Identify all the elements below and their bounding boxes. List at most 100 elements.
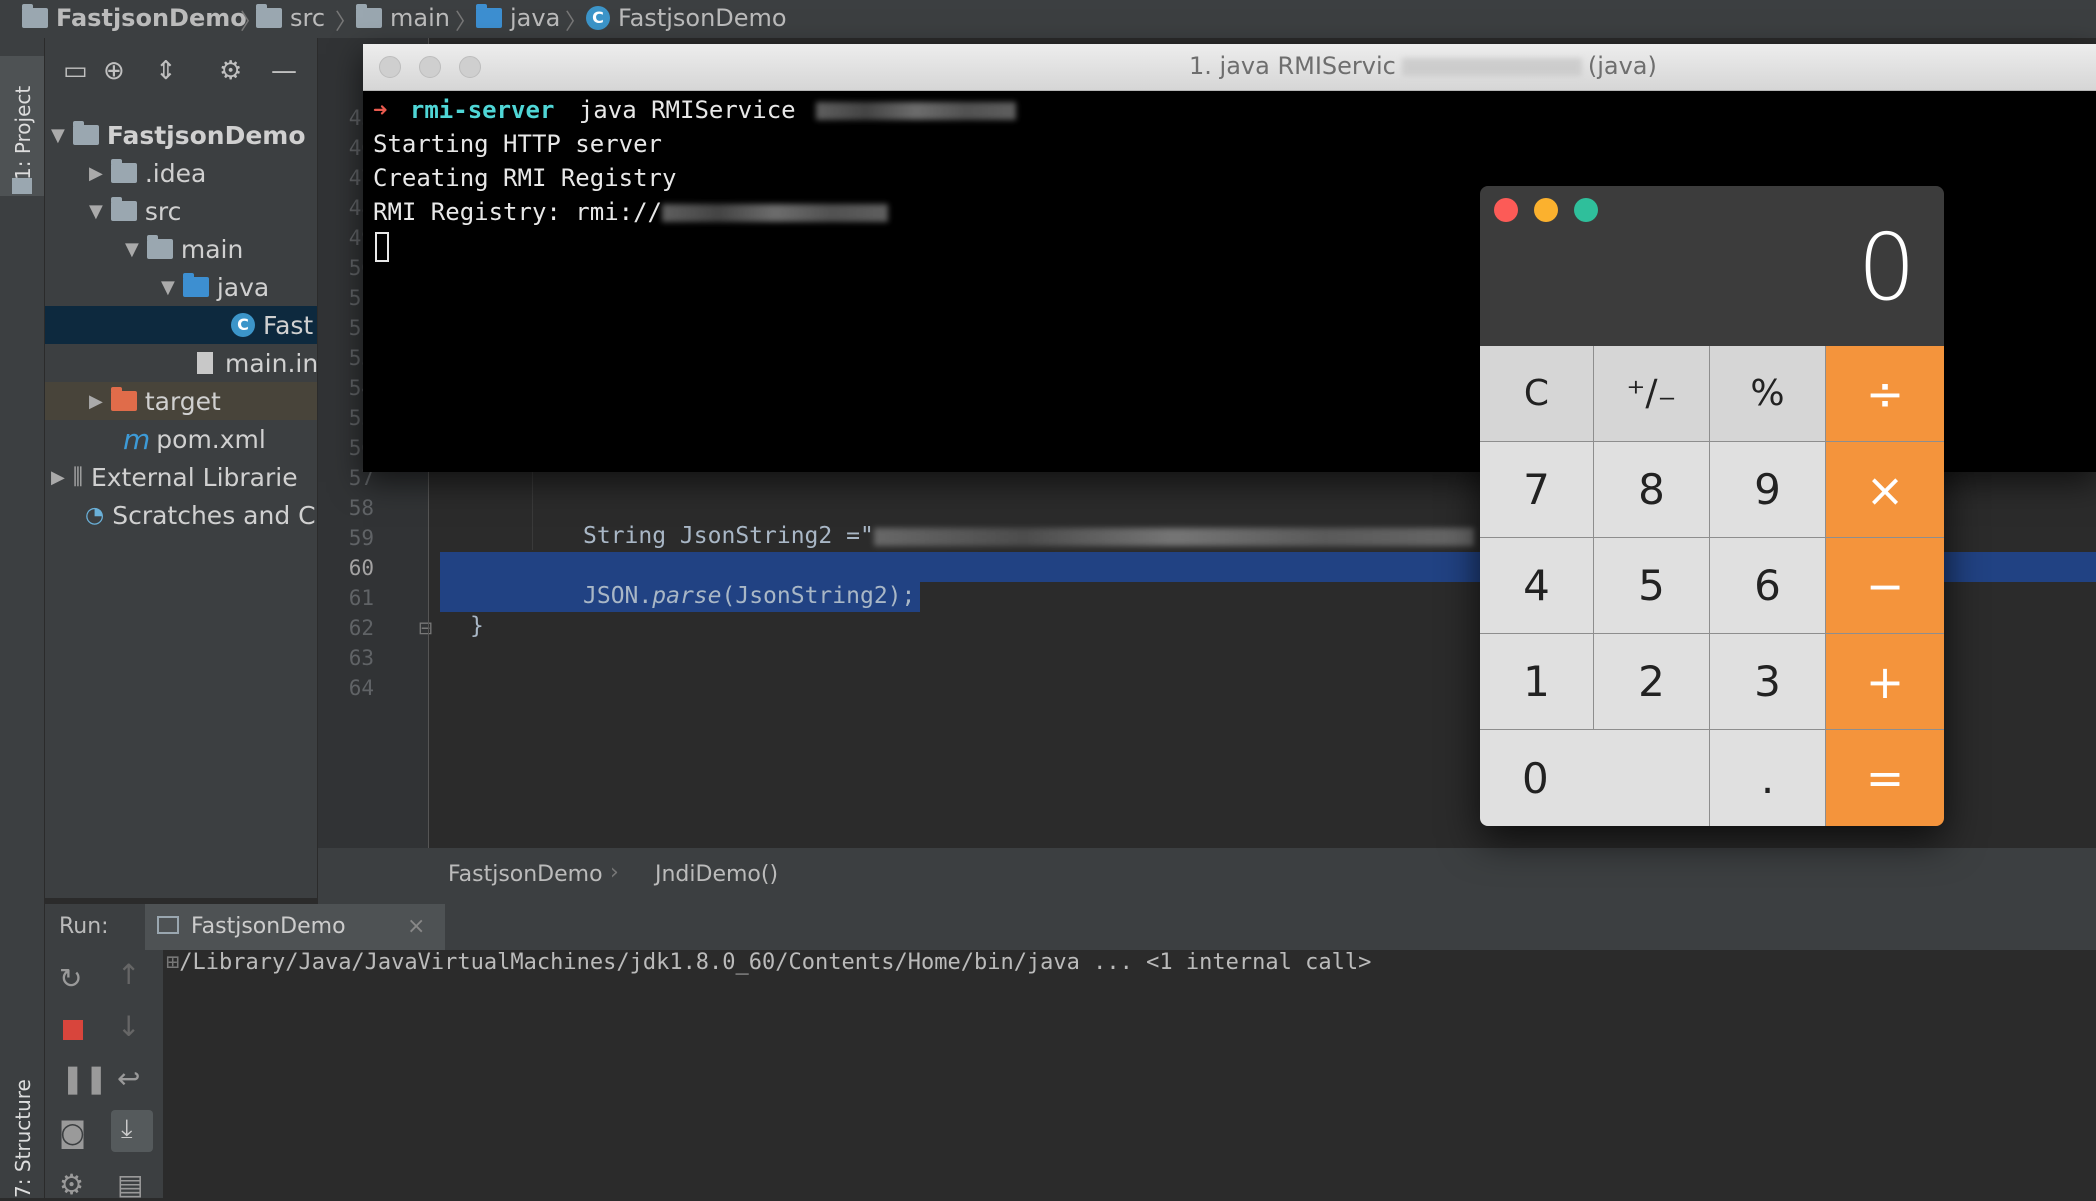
nine-button[interactable]: 9 [1710, 442, 1826, 538]
breadcrumb-java[interactable]: java [476, 4, 560, 32]
tree-item-src[interactable]: ▼ src [45, 192, 317, 230]
expand-icon[interactable]: ⊞ [166, 950, 179, 975]
collapse-icon[interactable]: ⇕ [155, 56, 177, 86]
calculator-window[interactable]: 0 C ⁺∕₋ % ÷ 7 8 9 × 4 5 6 − 1 2 3 + 0 . … [1480, 186, 1944, 826]
percent-button[interactable]: % [1710, 346, 1826, 442]
stop-icon[interactable] [63, 1020, 83, 1040]
class-icon: C [586, 6, 610, 30]
seven-button[interactable]: 7 [1480, 442, 1594, 538]
module-folder-icon [72, 121, 99, 145]
terminal-output-line: Starting HTTP server [373, 130, 662, 158]
minus-button[interactable]: − [1826, 538, 1944, 634]
terminal-title: 1. java RMIServic (java) [1189, 52, 1657, 80]
code-line-61[interactable]: JSON.parse(JsonString2); [583, 583, 915, 609]
rerun-icon[interactable]: ↻ [59, 962, 82, 995]
breadcrumb-separator: › [610, 860, 619, 885]
soft-wrap-icon[interactable]: ↩ [117, 1062, 140, 1095]
eight-button[interactable]: 8 [1594, 442, 1710, 538]
tree-item-target[interactable]: ▶ target [45, 382, 317, 420]
folder-icon [12, 178, 32, 194]
minimize-button[interactable] [1534, 198, 1558, 222]
down-arrow-icon[interactable]: ↓ [117, 1010, 140, 1043]
close-icon[interactable]: × [407, 914, 425, 939]
tree-item-java[interactable]: ▼ java [45, 268, 317, 306]
zero-button[interactable]: 0 [1480, 730, 1710, 826]
excluded-folder-icon [110, 387, 137, 411]
code-line-62[interactable]: } [470, 613, 484, 639]
settings-icon[interactable]: ⚙ [59, 1168, 84, 1201]
terminal-cursor [375, 232, 389, 262]
scratches-icon: ◔ [85, 502, 105, 528]
tree-item-main[interactable]: ▼ main [45, 230, 317, 268]
breadcrumb-separator: 〉 [565, 10, 588, 35]
source-folder-icon [476, 4, 502, 28]
six-button[interactable]: 6 [1710, 538, 1826, 634]
locate-icon[interactable]: ⊕ [103, 56, 125, 86]
editor-breadcrumb: FastjsonDemo › JndiDemo() [318, 848, 2096, 904]
run-config-icon [157, 916, 179, 934]
breadcrumb-main[interactable]: main [356, 4, 450, 32]
folder-icon [146, 235, 173, 259]
three-button[interactable]: 3 [1710, 634, 1826, 730]
tree-item-idea[interactable]: ▶ .idea [45, 154, 317, 192]
module-folder-icon [22, 4, 48, 28]
tree-item-scratches[interactable]: ◔ Scratches and C [45, 496, 317, 534]
breadcrumb-separator: 〉 [455, 10, 478, 35]
breadcrumb-src[interactable]: src [256, 4, 325, 32]
four-button[interactable]: 4 [1480, 538, 1594, 634]
camera-icon[interactable]: ◙ [59, 1116, 86, 1149]
left-tool-strip: 1: Project 7: Structure [0, 38, 45, 1198]
breadcrumb-project[interactable]: FastjsonDemo [22, 4, 247, 32]
fold-marker-icon[interactable]: ⊟ [418, 618, 433, 639]
tree-item-external-libraries[interactable]: ▶ ⫼ External Librarie [45, 458, 317, 496]
tree-item-pom[interactable]: m pom.xml [45, 420, 317, 458]
editor-crumb-method[interactable]: JndiDemo() [655, 862, 778, 887]
minimize-icon[interactable]: — [271, 56, 297, 86]
scroll-to-end-icon[interactable]: ⤓ [111, 1110, 153, 1152]
zoom-button[interactable] [1574, 198, 1598, 222]
project-tool-tab[interactable]: 1: Project [0, 56, 44, 196]
terminal-output-line: RMI Registry: rmi:// [373, 198, 888, 226]
folder-icon [356, 4, 382, 28]
five-button[interactable]: 5 [1594, 538, 1710, 634]
redacted-text [1401, 58, 1582, 76]
close-button[interactable] [1494, 198, 1518, 222]
project-toolbar: ▭ ⊕ ⇕ ⚙ — [45, 38, 317, 104]
minimize-button[interactable] [419, 56, 441, 78]
project-panel: ▭ ⊕ ⇕ ⚙ — ▼ FastjsonDemo ▶ .idea ▼ src ▼… [45, 38, 317, 898]
print-icon[interactable]: ▤ [117, 1168, 143, 1201]
redacted-text [816, 102, 1017, 120]
structure-tool-tab[interactable]: 7: Structure [0, 1078, 44, 1198]
folder-icon [110, 197, 137, 221]
run-output-line[interactable]: ⊞/Library/Java/JavaVirtualMachines/jdk1.… [166, 950, 1371, 975]
breadcrumb-separator: 〉 [335, 10, 358, 35]
terminal-output-line: Creating RMI Registry [373, 164, 677, 192]
code-line-59[interactable]: String JsonString2 =" [583, 523, 1474, 549]
breadcrumb-class[interactable]: C FastjsonDemo [586, 4, 787, 32]
terminal-title-bar[interactable]: 1. java RMIServic (java) [363, 44, 2096, 91]
tree-item-project[interactable]: ▼ FastjsonDemo [45, 116, 317, 154]
redacted-text [873, 527, 1474, 546]
run-tab-fastjsondemo[interactable]: FastjsonDemo × [145, 904, 445, 950]
redacted-text [661, 204, 888, 222]
tree-item-fastjsondemo-selected[interactable]: C Fast [45, 306, 317, 344]
plus-button[interactable]: + [1826, 634, 1944, 730]
pause-icon[interactable]: ❚❚ [61, 1062, 108, 1095]
equals-button[interactable]: = [1826, 730, 1944, 826]
tree-item-main-iml[interactable]: main.in [45, 344, 317, 382]
zoom-button[interactable] [459, 56, 481, 78]
one-button[interactable]: 1 [1480, 634, 1594, 730]
two-button[interactable]: 2 [1594, 634, 1710, 730]
divide-button[interactable]: ÷ [1826, 346, 1944, 442]
multiply-button[interactable]: × [1826, 442, 1944, 538]
terminal-prompt-line: ➜ rmi-server java RMIService [373, 96, 1017, 124]
clear-button[interactable]: C [1480, 346, 1594, 442]
gear-icon[interactable]: ⚙ [219, 56, 242, 86]
up-arrow-icon[interactable]: ↑ [117, 958, 140, 991]
decimal-button[interactable]: . [1710, 730, 1826, 826]
run-panel-header: Run: FastjsonDemo × [45, 904, 2096, 950]
sign-button[interactable]: ⁺∕₋ [1594, 346, 1710, 442]
editor-crumb-class[interactable]: FastjsonDemo [448, 862, 603, 887]
layout-icon[interactable]: ▭ [63, 56, 88, 86]
close-button[interactable] [379, 56, 401, 78]
